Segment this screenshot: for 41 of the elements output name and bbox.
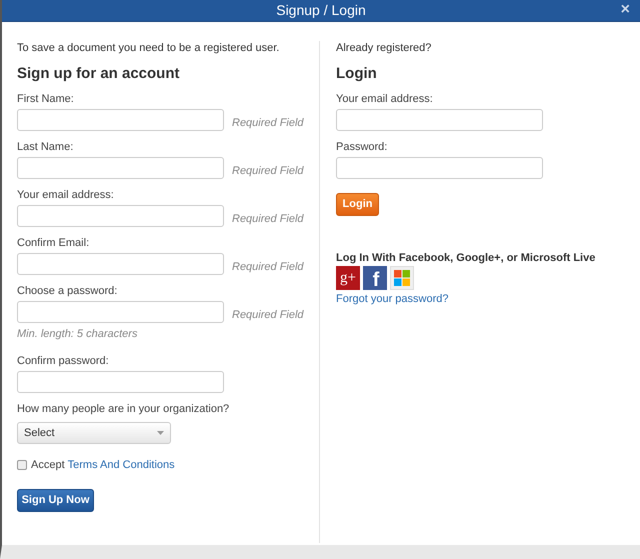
required-note: Required Field (232, 212, 304, 226)
required-note: Required Field (232, 260, 304, 274)
section-heading: Sign up for an account (17, 65, 181, 83)
hint-text: Min. length: 5 characters (17, 327, 138, 341)
login-button[interactable]: Login (336, 193, 379, 216)
field-label: First Name: (17, 92, 75, 106)
input-field[interactable] (17, 109, 224, 131)
input-field[interactable] (17, 371, 224, 393)
input-field[interactable] (336, 157, 543, 179)
input-field[interactable] (336, 109, 543, 131)
field-label: Your email address: (17, 188, 115, 202)
terms-checkbox[interactable] (17, 460, 27, 470)
field-label: Your email address: (336, 92, 434, 106)
required-note: Required Field (232, 164, 304, 178)
intro-text: Already registered? (336, 41, 432, 55)
caret-icon (157, 431, 164, 435)
field-label: Confirm Email: (17, 236, 90, 250)
select-dropdown[interactable]: Select (17, 422, 171, 444)
field-label: Password: (336, 140, 388, 154)
field-label: Last Name: (17, 140, 74, 154)
google-plus-button[interactable]: g+ (336, 266, 360, 290)
facebook-button[interactable]: f (363, 266, 387, 290)
required-note: Required Field (232, 308, 304, 322)
terms-link[interactable]: Terms And Conditions (68, 457, 175, 474)
required-note: Required Field (232, 116, 304, 130)
field-label: Choose a password: (17, 284, 118, 298)
sign-up-button[interactable]: Sign Up Now (17, 488, 94, 512)
input-field[interactable] (17, 205, 224, 227)
microsoft-button[interactable] (390, 266, 414, 290)
close-button[interactable]: × (620, 1, 630, 19)
window-title: Signup / Login (276, 1, 366, 20)
input-field[interactable] (17, 253, 224, 275)
input-field[interactable] (17, 157, 224, 179)
section-heading: Login (336, 65, 378, 83)
forgot-password-link[interactable]: Forgot your password? (336, 291, 448, 308)
terms-label: Accept (31, 458, 65, 473)
input-field[interactable] (17, 301, 224, 323)
field-label: Confirm password: (17, 354, 110, 368)
social-heading: Log In With Facebook, Google+, or Microsoft Live (336, 251, 596, 265)
intro-text: To save a document you need to be a registered user. (17, 41, 280, 55)
field-label: How many people are in your organization? (17, 402, 230, 416)
